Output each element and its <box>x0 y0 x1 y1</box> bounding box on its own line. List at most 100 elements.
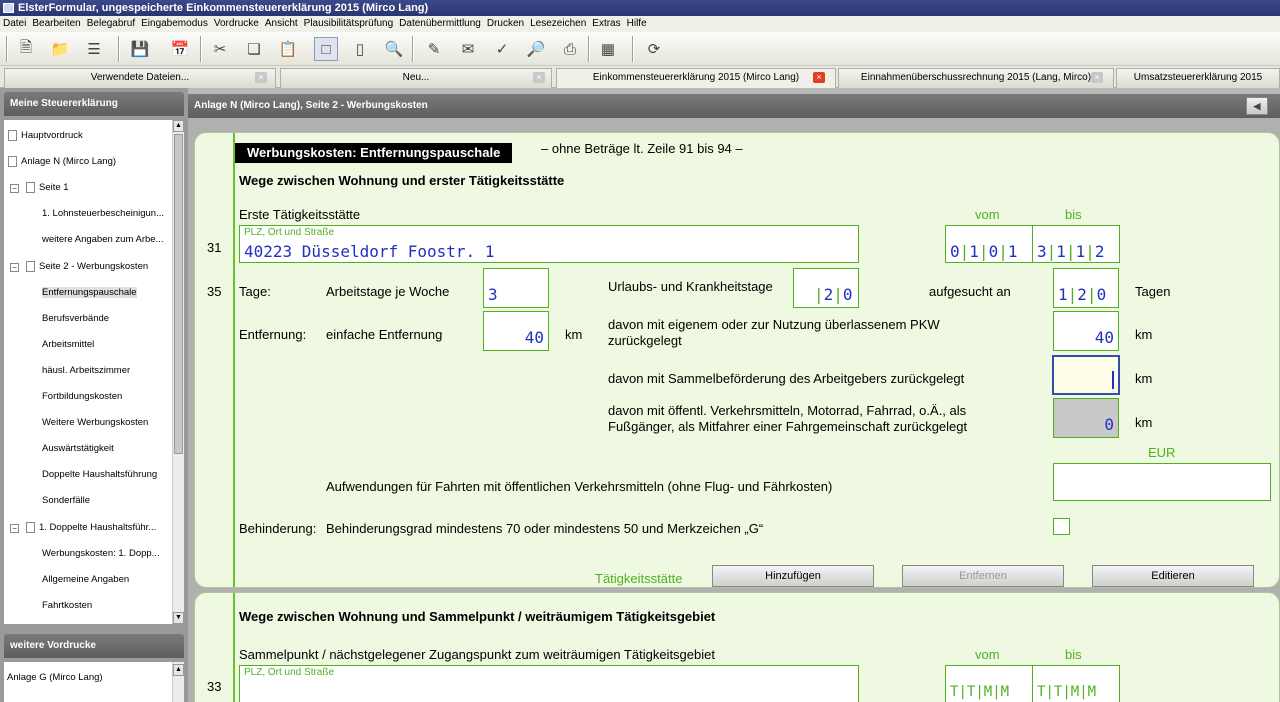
scroll-down-icon[interactable]: ▼ <box>173 612 184 624</box>
scroll-thumb[interactable] <box>174 134 183 454</box>
behinderung-checkbox[interactable] <box>1053 518 1070 535</box>
tree-item-anlage-g[interactable]: Anlage G (Mirco Lang) <box>7 670 103 686</box>
menu-lesezeichen[interactable]: Lesezeichen <box>527 16 589 32</box>
collapse-icon[interactable]: − <box>10 184 19 193</box>
menu-ansicht[interactable]: Ansicht <box>262 16 301 32</box>
scroll-up-icon[interactable]: ▲ <box>173 664 184 676</box>
tree-item-doppelte-haushaltsfuehrung-1[interactable]: 1. Doppelte Haushaltsführ... <box>26 520 156 536</box>
close-icon[interactable]: × <box>533 72 545 83</box>
sammel-field[interactable] <box>1052 355 1120 395</box>
calculator-icon[interactable]: ▦ <box>596 37 620 61</box>
form-view-icon[interactable]: □ <box>314 37 338 61</box>
urlaub-field[interactable]: |2|0 <box>793 268 859 308</box>
tree-item-lohnsteuerbescheinigung[interactable]: 1. Lohnsteuerbescheinigun... <box>42 206 164 222</box>
menu-plausibilitaet[interactable]: Plausibilitätsprüfung <box>301 16 397 32</box>
km-unit: km <box>1135 327 1153 342</box>
collapse-icon[interactable]: − <box>10 263 19 272</box>
copy-icon[interactable]: ❏ <box>242 37 266 61</box>
tab-neu[interactable]: Neu... × <box>280 68 552 88</box>
bis-date-value: 3|1|1|2 <box>1037 242 1105 261</box>
document-icon <box>26 260 35 272</box>
menu-datei[interactable]: Datei <box>0 16 29 32</box>
tree-item-fortbildungskosten[interactable]: Fortbildungskosten <box>42 389 122 405</box>
more-forms-scrollbar[interactable]: ▲ <box>172 662 184 702</box>
close-icon[interactable]: × <box>1091 72 1103 83</box>
margin-line <box>233 133 235 587</box>
sammelpunkt-address-field[interactable]: PLZ, Ort und Straße <box>239 665 859 702</box>
address-value: 40223 Düsseldorf Foostr. 1 <box>244 242 495 261</box>
document-icon <box>26 181 35 193</box>
menu-vordrucke[interactable]: Vordrucke <box>211 16 262 32</box>
search-icon[interactable]: 🔍 <box>382 37 406 61</box>
tree-item-hauptvordruck[interactable]: Hauptvordruck <box>8 128 83 144</box>
menu-datenuebermittlung[interactable]: Datenübermittlung <box>396 16 484 32</box>
tree-item-berufsverbaende[interactable]: Berufsverbände <box>42 311 109 327</box>
pkw-field[interactable]: 40 <box>1053 311 1119 351</box>
tree-item-werbungskosten-dopp[interactable]: Werbungskosten: 1. Dopp... <box>42 546 160 562</box>
edit-icon[interactable]: ✎ <box>422 37 446 61</box>
margin-line <box>233 593 235 702</box>
tree-item-arbeitszimmer[interactable]: häusl. Arbeitszimmer <box>42 363 130 379</box>
aufgesucht-field[interactable]: 1|2|0 <box>1053 268 1119 308</box>
bis-label: bis <box>1065 647 1082 662</box>
more-forms-list: Anlage G (Mirco Lang) ▲ <box>4 662 184 702</box>
save-icon[interactable]: 💾 <box>128 37 152 61</box>
close-icon[interactable]: × <box>813 72 825 83</box>
aufwendungen-label: Aufwendungen für Fahrten mit öffentliche… <box>326 479 833 494</box>
edit-button[interactable]: Editieren <box>1092 565 1254 587</box>
aufwendungen-field[interactable] <box>1053 463 1271 501</box>
print-icon[interactable]: ⎙ <box>558 37 582 61</box>
close-icon[interactable]: × <box>255 72 267 83</box>
arbeitstage-field[interactable]: 3 <box>483 268 549 308</box>
menu-bar: Datei Bearbeiten Belegabruf Eingabemodus Vor… <box>0 16 1280 32</box>
page-view-icon[interactable]: ▯ <box>348 37 372 61</box>
menu-belegabruf[interactable]: Belegabruf <box>84 16 138 32</box>
menu-eingabemodus[interactable]: Eingabemodus <box>138 16 211 32</box>
tree-item-entfernungspauschale[interactable]: Entfernungspauschale <box>42 285 137 301</box>
update-icon[interactable]: ⟳ <box>642 37 666 61</box>
menu-extras[interactable]: Extras <box>589 16 623 32</box>
tab-einnahmenueberschussrechnung[interactable]: Einnahmenüberschussrechnung 2015 (Lang, … <box>838 68 1114 88</box>
bis-date-field[interactable]: 3|1|1|2 <box>1032 225 1120 263</box>
previous-page-button[interactable]: ◀ <box>1246 97 1268 115</box>
address-field[interactable]: PLZ, Ort und Straße 40223 Düsseldorf Foo… <box>239 225 859 263</box>
document-icon <box>26 521 35 533</box>
tab-einkommensteuererklaerung[interactable]: Einkommensteuererklärung 2015 (Mirco Lan… <box>556 68 836 88</box>
vom-date-field[interactable]: 0|1|0|1 <box>945 225 1033 263</box>
new-document-icon[interactable]: 🗎 <box>14 37 38 61</box>
tab-verwendete-dateien[interactable]: Verwendete Dateien... × <box>4 68 276 88</box>
tree-scrollbar[interactable]: ▲ ▼ <box>172 120 184 624</box>
check-icon[interactable]: ✓ <box>490 37 514 61</box>
tree-item-fahrtkosten[interactable]: Fahrtkosten <box>42 598 92 614</box>
tree-item-anlage-n[interactable]: Anlage N (Mirco Lang) <box>8 154 116 170</box>
tree-item-weitere-angaben[interactable]: weitere Angaben zum Arbe... <box>42 232 163 248</box>
tree-item-seite-1[interactable]: Seite 1 <box>26 180 69 196</box>
calendar-icon[interactable]: 📅 <box>168 37 192 61</box>
tree-item-doppelte-haushaltsfuehrung[interactable]: Doppelte Haushaltsführung <box>42 467 157 483</box>
menu-bearbeiten[interactable]: Bearbeiten <box>29 16 83 32</box>
collapse-icon[interactable]: − <box>10 524 19 533</box>
cut-icon[interactable]: ✂ <box>208 37 232 61</box>
open-folder-icon[interactable]: 📁 <box>48 37 72 61</box>
paste-icon[interactable]: 📋 <box>276 37 300 61</box>
tree-item-sonderfaelle[interactable]: Sonderfälle <box>42 493 90 509</box>
remove-button[interactable]: Entfernen <box>902 565 1064 587</box>
einfache-entfernung-value: 40 <box>524 328 544 347</box>
tree-item-auswaertstaetigkeit[interactable]: Auswärtstätigkeit <box>42 441 114 457</box>
tab-umsatzsteuererklaerung[interactable]: Umsatzsteuererklärung 2015 <box>1116 68 1280 88</box>
tab-label: Einnahmenüberschussrechnung 2015 (Lang, … <box>860 72 1092 83</box>
einfache-entfernung-field[interactable]: 40 <box>483 311 549 351</box>
tree-item-seite-2[interactable]: Seite 2 - Werbungskosten <box>26 259 148 275</box>
send-mail-icon[interactable]: ✉ <box>456 37 480 61</box>
tree-item-arbeitsmittel[interactable]: Arbeitsmittel <box>42 337 94 353</box>
list-icon[interactable]: ☰ <box>82 37 106 61</box>
tree-item-weitere-werbungskosten[interactable]: Weitere Werbungskosten <box>42 415 148 431</box>
print-preview-icon[interactable]: 🔎 <box>524 37 548 61</box>
menu-drucken[interactable]: Drucken <box>484 16 527 32</box>
add-button[interactable]: Hinzufügen <box>712 565 874 587</box>
sammelpunkt-vom-field[interactable]: T|T|M|M <box>945 665 1033 702</box>
menu-hilfe[interactable]: Hilfe <box>624 16 650 32</box>
tree-item-allgemeine-angaben[interactable]: Allgemeine Angaben <box>42 572 129 588</box>
scroll-up-icon[interactable]: ▲ <box>173 120 184 132</box>
sammelpunkt-bis-field[interactable]: T|T|M|M <box>1032 665 1120 702</box>
